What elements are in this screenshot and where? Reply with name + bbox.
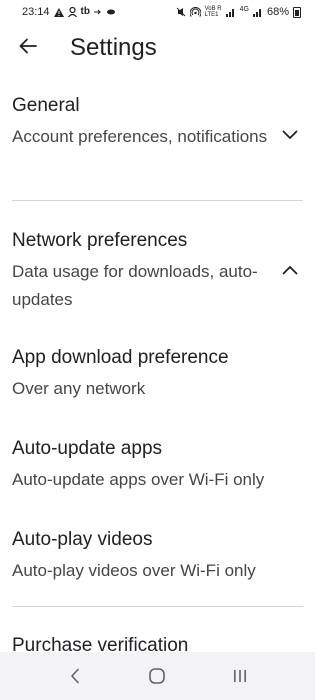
general-subtitle: Account preferences, notifications <box>12 127 268 146</box>
section-network-preferences[interactable]: Network preferences Data usage for downl… <box>0 229 315 314</box>
general-title: General <box>12 95 80 116</box>
warning-icon <box>53 7 64 17</box>
mute-icon <box>176 7 186 17</box>
setting-value: Over any network <box>12 379 146 398</box>
setting-auto-play-videos[interactable]: Auto-play videos Auto-play videos over W… <box>0 528 315 585</box>
signal-icon-2 <box>252 7 263 17</box>
signal-icon <box>225 7 236 17</box>
divider <box>12 606 303 607</box>
recent-apps-icon[interactable] <box>220 656 260 696</box>
network-type: 4G <box>239 5 249 13</box>
setting-value: Auto-play videos over Wi-Fi only <box>12 561 256 580</box>
battery-icon <box>293 6 301 18</box>
section-general[interactable]: General Account preferences, notificatio… <box>0 94 315 151</box>
home-nav-icon[interactable] <box>137 656 177 696</box>
volte-indicator: VoB R LTE1 <box>204 6 222 18</box>
setting-app-download-preference[interactable]: App download preference Over any network <box>0 346 315 403</box>
arrow-back-icon <box>19 38 37 59</box>
account-icon <box>67 7 77 17</box>
back-button[interactable] <box>0 26 56 70</box>
chevron-up-icon[interactable] <box>281 261 299 279</box>
back-nav-icon[interactable] <box>55 656 95 696</box>
dot-icon <box>106 9 116 15</box>
status-time: 23:14 <box>22 6 50 18</box>
battery-percent: 68% <box>266 6 289 18</box>
divider <box>12 200 303 201</box>
network-subtitle: Data usage for downloads, auto-updates <box>12 262 258 309</box>
network-title: Network preferences <box>12 230 188 251</box>
setting-title: Auto-update apps <box>12 438 163 459</box>
tb-icon: tb <box>80 6 90 17</box>
chevron-down-icon[interactable] <box>281 126 299 144</box>
arrow-icon <box>93 9 102 15</box>
hotspot-icon <box>189 7 201 17</box>
status-right: VoB R LTE1 4G 68% <box>176 6 301 18</box>
navigation-bar <box>0 652 315 700</box>
setting-title: Auto-play videos <box>12 529 153 550</box>
setting-auto-update-apps[interactable]: Auto-update apps Auto-update apps over W… <box>0 437 315 494</box>
app-bar: Settings <box>0 26 315 70</box>
status-left: 23:14 tb <box>22 6 116 18</box>
setting-title: App download preference <box>12 347 229 368</box>
page-title: Settings <box>70 34 157 61</box>
setting-value: Auto-update apps over Wi-Fi only <box>12 470 265 489</box>
status-bar: 23:14 tb VoB R LTE1 4G 68% <box>0 0 315 24</box>
